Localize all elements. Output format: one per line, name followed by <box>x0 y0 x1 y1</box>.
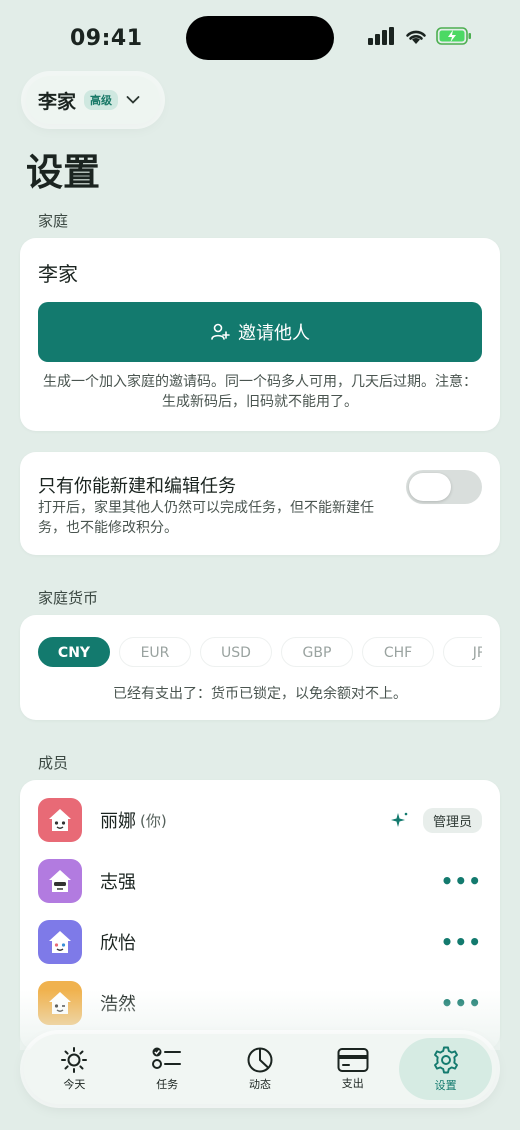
status-bar: 09:41 <box>0 0 520 80</box>
tab-expenses[interactable]: 支出 <box>306 1038 399 1100</box>
family-switcher[interactable]: 李家 高级 <box>26 76 160 124</box>
dynamic-island <box>186 16 334 60</box>
tab-expenses-label: 支出 <box>341 1077 364 1090</box>
invite-button-label: 邀请他人 <box>238 323 310 344</box>
invite-note: 生成一个加入家庭的邀请码。同一个码多人可用，几天后过期。注意：生成新码后，旧码就… <box>43 374 477 410</box>
house-face-icon <box>38 920 82 964</box>
currency-locked-note: 已经有支出了：货币已锁定，以免余额对不上。 <box>113 686 407 702</box>
currency-card: CNY EUR USD GBP CHF JP 已经有支出了：货币已锁定，以免余额对不上。 <box>20 615 500 720</box>
member-name: 志强 <box>100 872 136 893</box>
family-name: 李家 <box>38 262 78 286</box>
tab-activity[interactable]: 动态 <box>214 1038 307 1100</box>
permission-title: 只有你能新建和编辑任务 <box>38 476 236 497</box>
status-icons <box>368 27 472 45</box>
more-options-icon[interactable]: ••• <box>441 869 482 893</box>
chevron-down-icon <box>126 96 140 104</box>
permission-description: 打开后，家里其他人仍然可以完成任务，但不能新建任务，也不能修改积分。 <box>38 500 374 536</box>
family-switcher-name: 李家 <box>38 90 77 113</box>
currency-option-chf[interactable]: CHF <box>362 637 434 667</box>
tab-settings[interactable]: 设置 <box>399 1038 492 1100</box>
member-row[interactable]: 丽娜 (你) 管理员 <box>38 798 482 842</box>
premium-badge: 高级 <box>84 90 119 110</box>
permission-card: 只有你能新建和编辑任务 打开后，家里其他人仍然可以完成任务，但不能新建任务，也不… <box>20 452 500 555</box>
member-row[interactable]: 志强 ••• <box>38 859 482 903</box>
checklist-icon <box>152 1047 182 1069</box>
sun-icon <box>61 1047 88 1073</box>
tab-tasks-label: 任务 <box>156 1078 179 1091</box>
section-label-currency: 家庭货币 <box>38 589 99 607</box>
tab-settings-label: 设置 <box>434 1079 457 1092</box>
card-icon <box>337 1048 369 1072</box>
toggle-knob <box>409 473 451 501</box>
currency-option-gbp[interactable]: GBP <box>281 637 353 667</box>
tab-today-label: 今天 <box>63 1078 86 1091</box>
tab-today[interactable]: 今天 <box>28 1038 121 1100</box>
member-name: 欣怡 <box>100 933 136 954</box>
family-card: 李家 邀请他人 生成一个加入家庭的邀请码。同一个码多人可用，几天后过期。注意：生… <box>20 238 500 431</box>
house-face-icon <box>38 859 82 903</box>
admin-badge: 管理员 <box>422 807 482 833</box>
tab-tasks[interactable]: 任务 <box>121 1038 214 1100</box>
gear-icon <box>433 1046 458 1074</box>
page-title: 设置 <box>26 151 100 194</box>
status-time: 09:41 <box>70 26 143 51</box>
member-you-tag: (你) <box>140 811 167 830</box>
member-name: 丽娜 <box>100 811 136 832</box>
member-row[interactable]: 欣怡 ••• <box>38 920 482 964</box>
currency-option-eur[interactable]: EUR <box>119 637 191 667</box>
add-person-icon <box>211 323 230 340</box>
currency-option-jp[interactable]: JP <box>443 637 482 667</box>
battery-charging-icon <box>436 27 471 45</box>
currency-option-usd[interactable]: USD <box>200 637 272 667</box>
more-options-icon[interactable]: ••• <box>441 930 482 954</box>
sparkle-icon <box>390 812 408 827</box>
currency-option-cny[interactable]: CNY <box>38 637 110 667</box>
section-label-family: 家庭 <box>38 212 69 230</box>
tab-bar: 今天 任务 动态 支出 设置 <box>24 1034 496 1104</box>
invite-button[interactable]: 邀请他人 <box>38 302 482 362</box>
currency-options: CNY EUR USD GBP CHF JP <box>38 637 482 669</box>
signal-icon <box>368 27 394 45</box>
house-face-icon <box>38 798 82 842</box>
wifi-icon <box>406 30 426 44</box>
tab-activity-label: 动态 <box>248 1078 271 1091</box>
section-label-members: 成员 <box>38 754 69 772</box>
permission-toggle[interactable] <box>406 470 482 504</box>
pie-chart-icon <box>247 1047 273 1073</box>
